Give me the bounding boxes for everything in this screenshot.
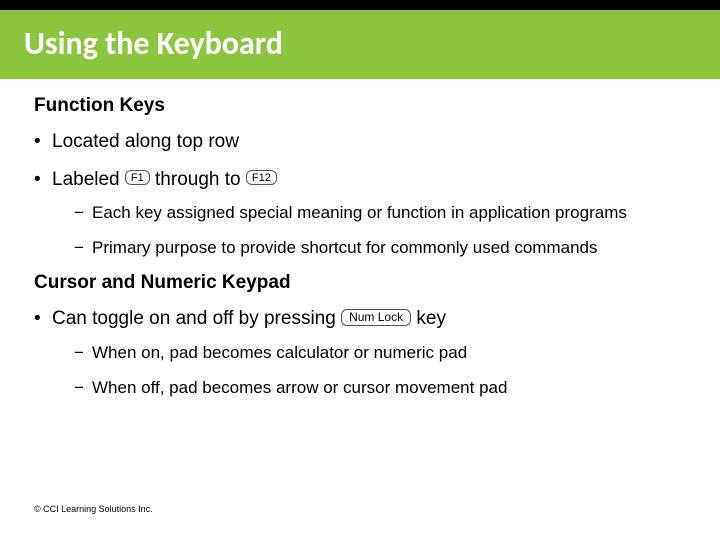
sub-bullet-text: When off, pad becomes arrow or cursor mo… [92, 378, 507, 397]
bullet-list-function-keys: Located along top row Labeled F1 through… [34, 129, 686, 260]
sub-bullet-list: When on, pad becomes calculator or numer… [52, 342, 686, 400]
section-heading-cursor-numeric: Cursor and Numeric Keypad [34, 272, 686, 294]
bullet-item: Located along top row [34, 129, 686, 155]
title-banner: Using the Keyboard [0, 0, 720, 79]
sub-bullet-list: Each key assigned special meaning or fun… [52, 202, 686, 260]
keycap-f1: F1 [125, 170, 150, 185]
section-heading-function-keys: Function Keys [34, 95, 686, 117]
sub-bullet-text: Each key assigned special meaning or fun… [92, 203, 627, 222]
bullet-text-prefix: Labeled [52, 169, 125, 190]
sub-bullet-text: Primary purpose to provide shortcut for … [92, 238, 597, 257]
slide-title: Using the Keyboard [0, 10, 720, 79]
bullet-text-prefix: Can toggle on and off by pressing [52, 308, 341, 329]
bullet-item: Can toggle on and off by pressing Num Lo… [34, 306, 686, 400]
bullet-item: Labeled F1 through to F12 Each key assig… [34, 167, 686, 261]
bullet-text-mid: through to [150, 169, 246, 190]
sub-bullet-text: When on, pad becomes calculator or numer… [92, 343, 467, 362]
bullet-text: Located along top row [52, 131, 239, 152]
bullet-list-cursor-numeric: Can toggle on and off by pressing Num Lo… [34, 306, 686, 400]
keycap-numlock: Num Lock [341, 309, 411, 326]
banner-top-strip [0, 0, 720, 10]
sub-bullet-item: When on, pad becomes calculator or numer… [52, 342, 686, 365]
sub-bullet-item: Each key assigned special meaning or fun… [52, 202, 686, 225]
copyright-footer: © CCI Learning Solutions Inc. [34, 504, 153, 514]
sub-bullet-item: Primary purpose to provide shortcut for … [52, 237, 686, 260]
bullet-text-suffix: key [411, 308, 446, 329]
slide-content: Function Keys Located along top row Labe… [0, 77, 720, 400]
sub-bullet-item: When off, pad becomes arrow or cursor mo… [52, 377, 686, 400]
keycap-f12: F12 [246, 170, 277, 185]
